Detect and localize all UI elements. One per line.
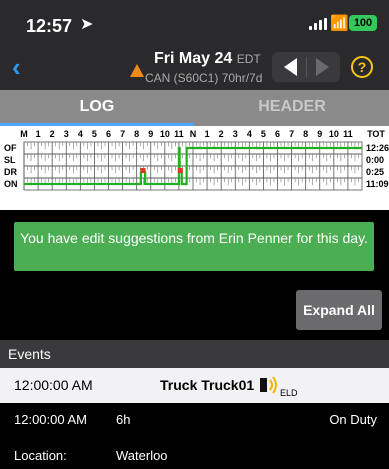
- location-value: Waterloo: [116, 448, 168, 463]
- hour-label: 6: [275, 129, 280, 139]
- location-row: Location: Waterloo: [0, 436, 389, 469]
- total-header: TOT: [367, 129, 385, 139]
- warning-icon[interactable]: [130, 64, 144, 77]
- wifi-icon: 📶: [330, 15, 349, 32]
- event-truck: Truck Truck01: [160, 377, 255, 393]
- nav-bar: ‹ Fri May 24 EDT CAN (S60C1) 70hr/7d ?: [0, 44, 389, 90]
- event-source: ELD: [280, 388, 298, 398]
- day-navigator: [272, 52, 340, 82]
- detail-time: 12:00:00 AM: [14, 412, 87, 427]
- timezone: EDT: [236, 52, 261, 66]
- events-title: Events: [8, 346, 51, 362]
- hour-label: 2: [219, 129, 224, 139]
- hour-label: 5: [261, 129, 266, 139]
- battery-icon: 100: [349, 15, 377, 31]
- row-label: SL: [4, 155, 16, 165]
- hour-label: 4: [247, 129, 252, 139]
- log-grid[interactable]: M 1 2 3 4 5 6 7 8 9 10 11 N 1 2 3 4 5 6 7 8 9 10 11 TOT OF 12:26 SL…: [0, 126, 389, 210]
- detail-duration: 6h: [116, 412, 131, 427]
- log-date: Fri May 24 EDT: [154, 50, 261, 68]
- edit-marker: [140, 168, 146, 173]
- event-time: 12:00:00 AM: [14, 377, 93, 393]
- hour-label: 2: [50, 129, 55, 139]
- location-label: Location:: [14, 448, 67, 463]
- event-row[interactable]: 12:00:00 AM Truck Truck01 ELD: [0, 368, 389, 403]
- row-total: 0:25: [366, 167, 384, 177]
- location-arrow-icon: ➤: [80, 16, 94, 33]
- log-grid-chart: M 1 2 3 4 5 6 7 8 9 10 11 N 1 2 3 4 5 6 7 8 9 10 11 TOTOF 12:26SL…: [4, 129, 389, 191]
- hour-label: 11: [174, 129, 184, 139]
- events-header: Events: [0, 340, 389, 368]
- event-detail-row[interactable]: 12:00:00 AM 6h On Duty: [0, 403, 389, 436]
- tab-header[interactable]: HEADER: [195, 90, 389, 126]
- back-chevron-icon[interactable]: ‹: [12, 52, 21, 83]
- row-label: DR: [4, 167, 17, 177]
- signal-icon: [309, 18, 327, 30]
- hour-label: N: [190, 129, 197, 139]
- hour-label: 7: [289, 129, 294, 139]
- hour-label: 9: [317, 129, 322, 139]
- hour-label: 3: [64, 129, 69, 139]
- hour-label: 1: [205, 129, 210, 139]
- help-icon[interactable]: ?: [351, 56, 373, 78]
- hour-label: 6: [106, 129, 111, 139]
- next-day-icon[interactable]: [316, 58, 329, 76]
- expand-all-button[interactable]: Expand All: [296, 290, 382, 330]
- log-date-text: Fri May 24: [154, 50, 233, 67]
- hour-label: 1: [36, 129, 41, 139]
- hour-label: 8: [303, 129, 308, 139]
- status-time: 12:57: [26, 16, 73, 36]
- hour-label: 4: [78, 129, 83, 139]
- hour-label: 8: [134, 129, 139, 139]
- hour-label: M: [20, 129, 28, 139]
- hour-label: 7: [120, 129, 125, 139]
- edit-suggestions-banner[interactable]: You have edit suggestions from Erin Penn…: [14, 222, 374, 271]
- row-total: 0:00: [366, 155, 384, 165]
- tab-bar: LOG HEADER: [0, 90, 389, 126]
- hour-label: 5: [92, 129, 97, 139]
- status-bar: 12:57 ➤ 📶 100: [0, 0, 389, 44]
- previous-day-icon[interactable]: [284, 58, 297, 76]
- tab-log[interactable]: LOG: [0, 90, 194, 126]
- hour-label: 9: [148, 129, 153, 139]
- row-total: 11:09: [366, 179, 389, 189]
- hour-label: 3: [233, 129, 238, 139]
- row-total: 12:26: [366, 143, 389, 153]
- row-label: OF: [4, 143, 17, 153]
- cycle-rule: CAN (S60C1) 70hr/7d: [145, 71, 263, 85]
- hour-label: 11: [343, 129, 353, 139]
- row-label: ON: [4, 179, 18, 189]
- detail-status: On Duty: [329, 412, 377, 427]
- navigator-divider: [306, 57, 307, 77]
- edit-marker: [177, 168, 183, 173]
- hour-label: 10: [160, 129, 170, 139]
- hour-label: 10: [329, 129, 339, 139]
